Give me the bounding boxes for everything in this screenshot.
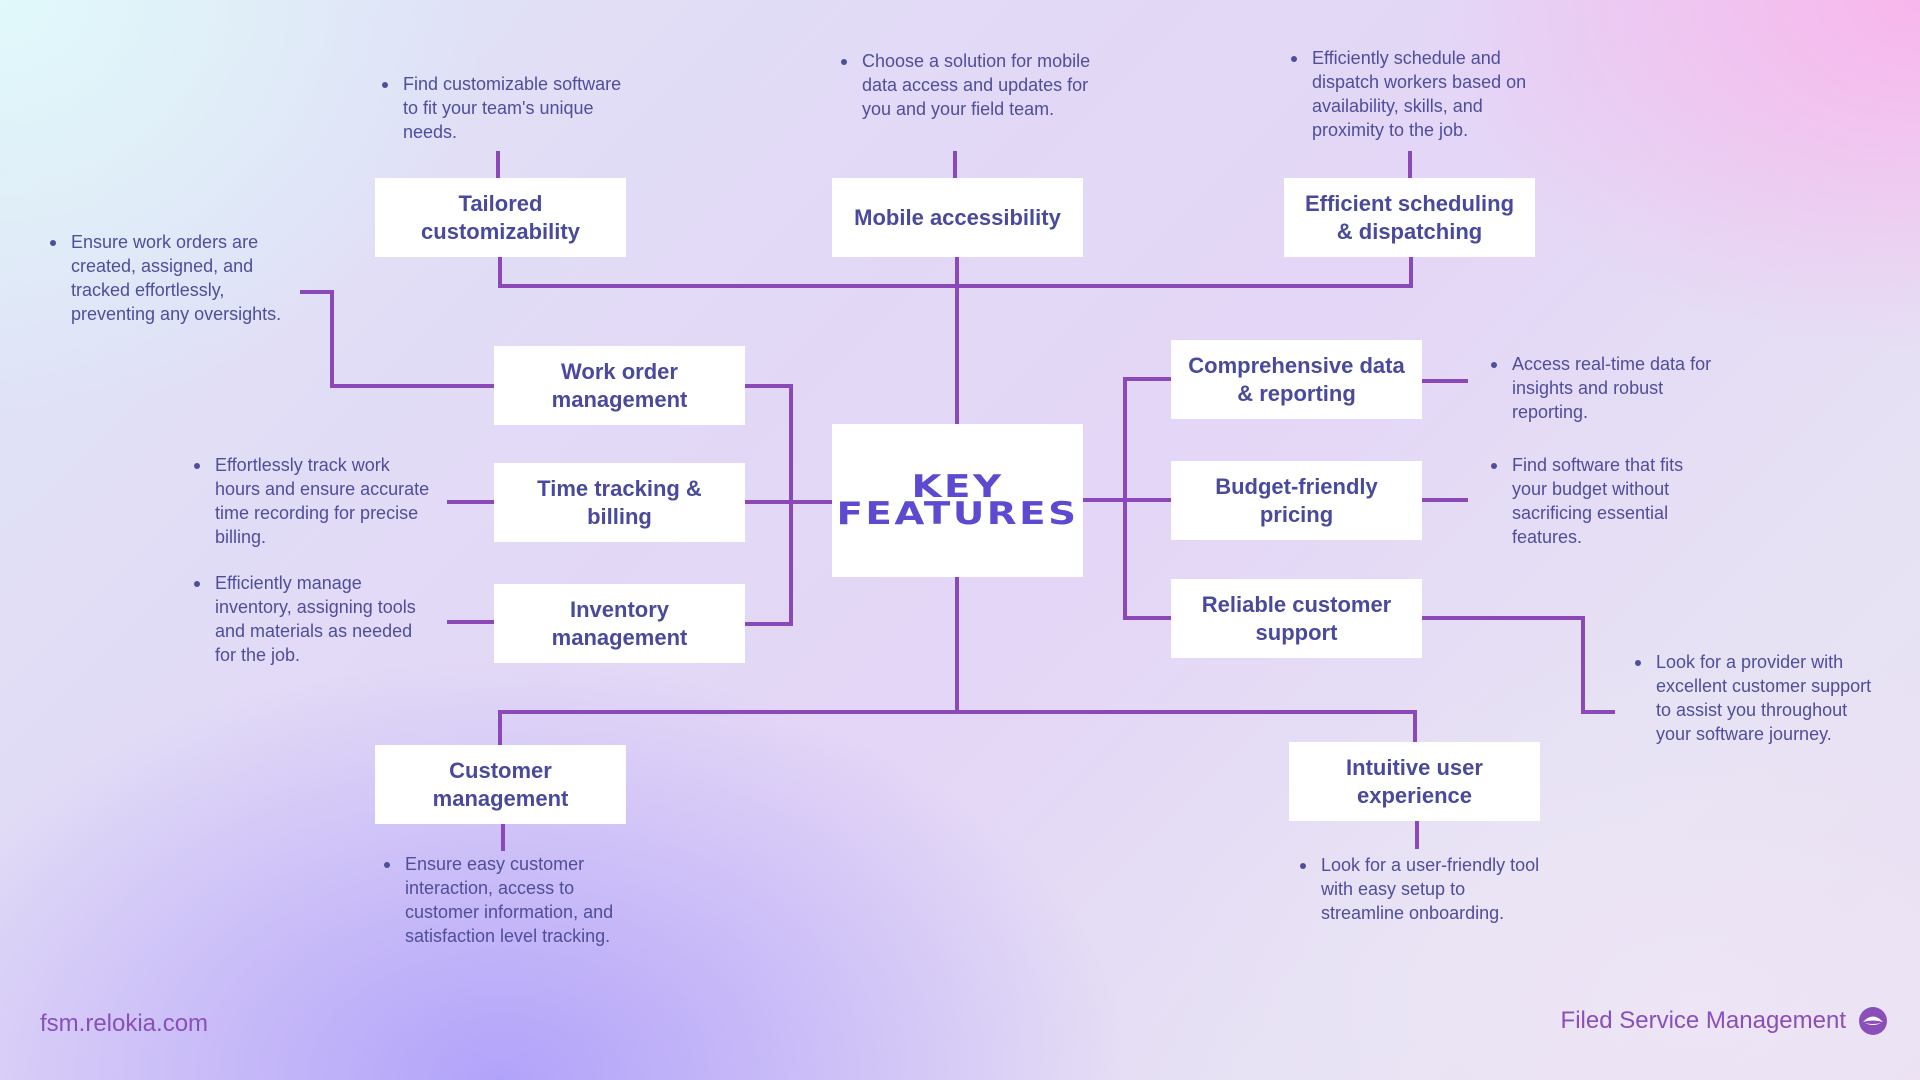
note-intuitive-user-experience: Look for a user-friendly tool with easy … (1300, 853, 1550, 925)
note-reliable-customer-support: Look for a provider with excellent custo… (1635, 650, 1885, 746)
feature-label: Work order management (551, 358, 688, 412)
feature-label: Tailored customizability (421, 190, 580, 244)
connector (1420, 616, 1615, 714)
note-mobile-accessibility: Choose a solution for mobile data access… (841, 49, 1091, 121)
feature-label: Efficient scheduling & dispatching (1304, 190, 1515, 244)
feature-box-mobile-accessibility: Mobile accessibility (832, 178, 1083, 257)
feature-box-tailored-customizability: Tailored customizability (375, 178, 626, 257)
feature-label: Budget-friendly pricing (1215, 473, 1378, 527)
feature-box-work-order-management: Work order management (494, 346, 745, 425)
key-features-title: KEY FEATURES (836, 468, 1079, 532)
note-work-order-management: Ensure work orders are created, assigned… (50, 230, 290, 326)
feature-box-comprehensive-data-reporting: Comprehensive data & reporting (1171, 340, 1422, 419)
note-budget-friendly-pricing: Find software that fits your budget with… (1491, 453, 1721, 549)
feature-box-budget-friendly-pricing: Budget-friendly pricing (1171, 461, 1422, 540)
connector (743, 384, 793, 626)
feature-label: Comprehensive data & reporting (1188, 352, 1405, 406)
feature-box-time-tracking-billing: Time tracking & billing (494, 463, 745, 542)
feature-box-efficient-scheduling: Efficient scheduling & dispatching (1284, 178, 1535, 257)
brand-footer: Filed Service Management (1561, 1006, 1888, 1036)
feature-box-intuitive-user-experience: Intuitive user experience (1289, 742, 1540, 821)
note-time-tracking-billing: Effortlessly track work hours and ensure… (194, 453, 439, 549)
feature-box-customer-management: Customer management (375, 745, 626, 824)
feature-box-reliable-customer-support: Reliable customer support (1171, 579, 1422, 658)
key-features-title-box: KEY FEATURES (832, 424, 1083, 577)
feature-label: Reliable customer support (1201, 591, 1392, 645)
connector (300, 290, 496, 388)
feature-label: Inventory management (551, 596, 688, 650)
note-comprehensive-data-reporting: Access real-time data for insights and r… (1491, 352, 1731, 424)
note-tailored-customizability: Find customizable software to fit your t… (382, 72, 632, 144)
feature-label: Intuitive user experience (1346, 754, 1483, 808)
connector (498, 710, 1417, 746)
note-customer-management: Ensure easy customer interaction, access… (384, 852, 624, 948)
feature-label: Mobile accessibility (854, 204, 1061, 230)
feature-box-inventory-management: Inventory management (494, 584, 745, 663)
website-link[interactable]: fsm.relokia.com (40, 1010, 208, 1038)
brand-name: Filed Service Management (1560, 1007, 1846, 1034)
feature-label: Customer management (432, 757, 569, 811)
relokia-logo-icon (1859, 1007, 1887, 1035)
feature-label: Time tracking & billing (537, 475, 702, 529)
note-efficient-scheduling: Efficiently schedule and dispatch worker… (1291, 46, 1553, 142)
note-inventory-management: Efficiently manage inventory, assigning … (194, 571, 434, 667)
